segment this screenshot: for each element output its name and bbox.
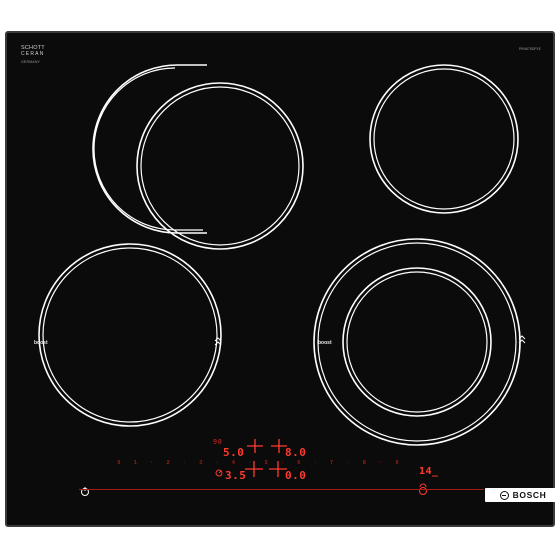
zone-front-left [38, 243, 222, 427]
slider-step-14[interactable]: · [343, 460, 353, 466]
slider-step-2[interactable]: · [147, 460, 157, 466]
slider-step-5[interactable]: 3 [196, 460, 206, 466]
slider-step-6[interactable]: · [212, 460, 222, 466]
zone-back-right [369, 64, 519, 214]
bosch-logo-icon [499, 490, 509, 500]
schott-ceran-logo: SCHOTT CERAN GERMANY [21, 45, 45, 65]
chevron-marker-icon [214, 335, 526, 346]
slider-step-9[interactable]: 5 [261, 460, 271, 466]
display-back-left-level: 8.0 [285, 446, 307, 459]
display-timer-level: 3.5 [225, 469, 247, 482]
slider-step-12[interactable]: · [310, 460, 320, 466]
control-cross-markers [245, 439, 287, 477]
slider-step-15[interactable]: 8 [359, 460, 369, 466]
touch-slider-strip[interactable] [79, 489, 484, 490]
slider-step-10[interactable]: · [278, 460, 288, 466]
slider-step-3[interactable]: 2 [163, 460, 173, 466]
slider-step-13[interactable]: 7 [327, 460, 337, 466]
clock-value: 14 [419, 466, 433, 477]
boost-label-front-left: boost [34, 340, 48, 346]
slider-step-1[interactable]: 1 [130, 460, 140, 466]
zone-front-right-dual [313, 238, 521, 446]
timer-icon [215, 469, 223, 477]
indicator-top: 90 [213, 438, 223, 446]
clock-suffix: _ [432, 466, 439, 477]
cooktop-glass-panel: SCHOTT CERAN GERMANY PKN675DP1E boost bo… [5, 31, 560, 527]
slider-step-0[interactable]: 0 [114, 460, 124, 466]
slider-step-7[interactable]: 4 [228, 460, 238, 466]
model-number: PKN675DP1E [518, 47, 541, 51]
slider-step-17[interactable]: 9 [392, 460, 402, 466]
maker-tiny-label: GERMANY [21, 60, 41, 64]
display-back-right-level: 0.0 [285, 469, 307, 482]
bosch-badge: BOSCH [485, 488, 560, 502]
slider-step-4[interactable]: · [179, 460, 189, 466]
bosch-brand-label: BOSCH [512, 490, 547, 500]
maker-sub-label: CERAN [21, 51, 45, 57]
slider-step-16[interactable]: · [376, 460, 386, 466]
display-front-left-level: 5.0 [223, 446, 245, 459]
boost-label-front-right: boost [318, 340, 332, 346]
cooking-zones-graphic [38, 64, 526, 496]
zone-back-left-extended [92, 64, 304, 250]
slider-step-11[interactable]: 6 [294, 460, 304, 466]
slider-step-8[interactable]: · [245, 460, 255, 466]
clock-display: 14_ [419, 466, 439, 477]
